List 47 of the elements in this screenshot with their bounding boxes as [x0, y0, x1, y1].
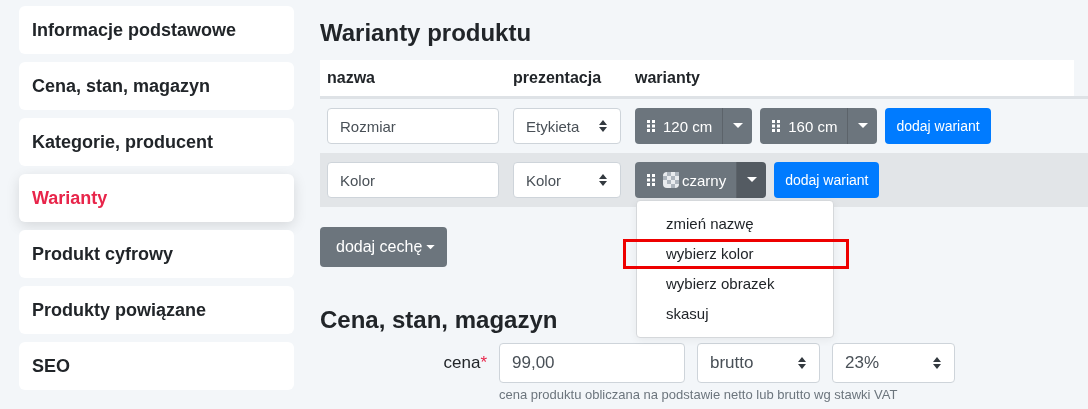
sidebar-item[interactable]: Warianty — [19, 174, 294, 222]
sort-icon — [932, 356, 942, 370]
name-field[interactable]: Kolor — [327, 162, 499, 198]
column-header: prezentacja — [506, 60, 628, 98]
vat-select[interactable]: 23% — [832, 343, 955, 383]
checkered-swatch-icon — [663, 172, 679, 188]
caret-icon — [746, 177, 757, 183]
variant-button[interactable]: czarny — [635, 162, 737, 198]
price-field[interactable]: 99,00 — [499, 343, 685, 383]
caret-icon — [426, 244, 436, 250]
caret-icon — [732, 123, 743, 129]
section-title: Cena, stan, magazyn — [320, 305, 558, 335]
name-field[interactable]: Rozmiar — [327, 108, 499, 144]
add-variant-button[interactable]: dodaj wariant — [885, 108, 991, 144]
caret-icon — [857, 123, 868, 129]
required-mark: * — [480, 353, 487, 372]
add-variant-button[interactable]: dodaj wariant — [774, 162, 880, 198]
drag-handle-icon — [647, 174, 655, 186]
drag-handle-icon — [772, 120, 781, 132]
dropdown-toggle[interactable] — [722, 108, 753, 144]
dropdown-toggle[interactable] — [736, 162, 767, 198]
sort-icon — [797, 356, 807, 370]
variant-button[interactable]: 160 cm — [760, 108, 848, 144]
add-feature-button[interactable]: dodaj cechę — [320, 227, 448, 267]
sidebar-item[interactable]: Produkt cyfrowy — [19, 230, 294, 278]
sidebar-item[interactable]: Informacje podstawowe — [19, 6, 294, 54]
section-title: Warianty produktu — [320, 18, 533, 48]
drag-handle-icon — [647, 120, 655, 132]
presentation-select[interactable]: Kolor — [513, 162, 621, 198]
dropdown-toggle[interactable] — [847, 108, 878, 144]
sidebar-item[interactable]: SEO — [19, 342, 294, 390]
menu-item[interactable]: wybierz obrazek — [637, 269, 833, 299]
sidebar-item[interactable]: Produkty powiązane — [19, 286, 294, 334]
price-type-select[interactable]: brutto — [697, 343, 820, 383]
sort-icon — [598, 173, 608, 187]
presentation-select[interactable]: Etykieta — [513, 108, 621, 144]
sidebar-item[interactable]: Kategorie, producent — [19, 118, 294, 166]
sidebar-item[interactable]: Cena, stan, magazyn — [19, 62, 294, 110]
help-text: cena produktu obliczana na podstawie netto lub brutto wg stawki VAT — [499, 387, 899, 403]
column-header: nazwa — [320, 60, 506, 98]
price-label: cena* — [442, 353, 487, 373]
menu-item[interactable]: zmień nazwę — [637, 209, 833, 239]
menu-item[interactable]: wybierz kolor — [623, 239, 849, 269]
menu-item[interactable]: skasuj — [637, 299, 833, 329]
variant-button[interactable]: 120 cm — [635, 108, 723, 144]
column-header: warianty — [628, 60, 1074, 98]
sort-icon — [598, 119, 608, 133]
